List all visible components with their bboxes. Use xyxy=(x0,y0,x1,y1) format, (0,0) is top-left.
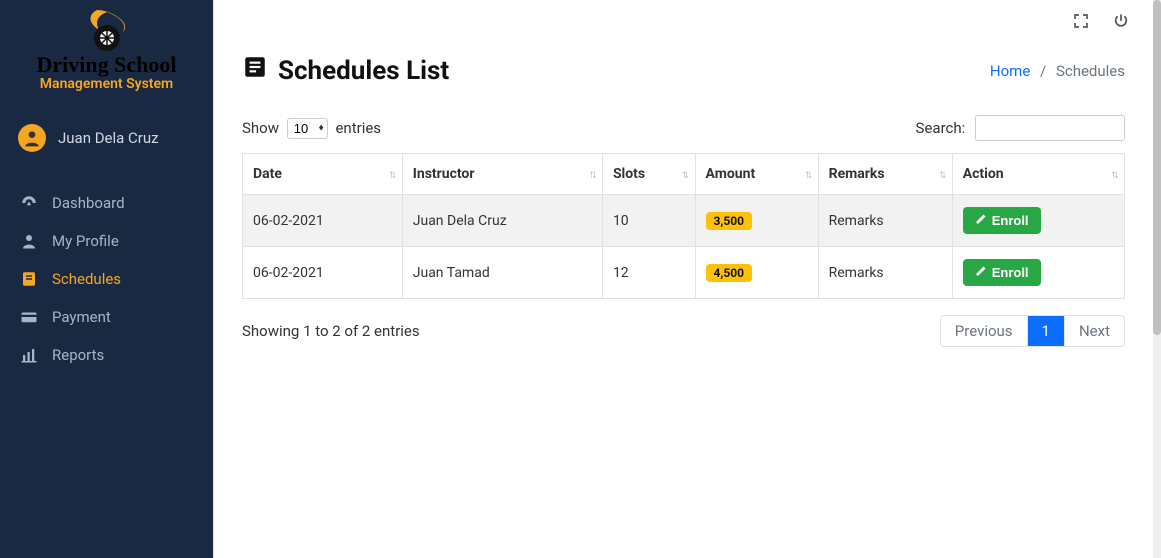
book-icon xyxy=(20,270,38,288)
length-control: Show 10 ♦ entries xyxy=(242,118,381,139)
enroll-label: Enroll xyxy=(992,265,1029,280)
card-icon xyxy=(20,308,38,326)
sidebar-item-dashboard[interactable]: Dashboard xyxy=(0,184,213,222)
sidebar-item-label: Payment xyxy=(52,308,111,326)
sidebar: Driving School Management System Juan De… xyxy=(0,0,213,558)
breadcrumb: Home / Schedules xyxy=(990,62,1125,80)
user-name: Juan Dela Cruz xyxy=(58,129,159,147)
cell-remarks: Remarks xyxy=(818,247,952,299)
scrollbar[interactable] xyxy=(1153,0,1161,558)
col-amount[interactable]: Amount↑↓ xyxy=(695,154,818,195)
show-suffix: entries xyxy=(335,119,381,137)
cell-action: Enroll xyxy=(952,247,1124,299)
gauge-icon xyxy=(20,194,38,212)
schedules-table: Date↑↓ Instructor↑↓ Slots↑↓ Amount↑↓ Rem… xyxy=(242,153,1125,299)
cell-instructor: Juan Dela Cruz xyxy=(402,195,602,247)
search-label: Search: xyxy=(916,119,966,137)
col-action[interactable]: Action↑↓ xyxy=(952,154,1124,195)
sort-icon: ↑↓ xyxy=(805,168,810,181)
sidebar-item-label: Dashboard xyxy=(52,194,125,212)
datatable-info: Showing 1 to 2 of 2 entries xyxy=(242,322,420,340)
cell-amount: 3,500 xyxy=(695,195,818,247)
pagination-next[interactable]: Next xyxy=(1064,316,1124,346)
chart-icon xyxy=(20,346,38,364)
topbar xyxy=(214,0,1153,46)
sidebar-item-label: Reports xyxy=(52,346,104,364)
edit-icon xyxy=(975,213,987,228)
sort-icon: ↑↓ xyxy=(939,168,944,181)
col-slots[interactable]: Slots↑↓ xyxy=(602,154,695,195)
user-icon xyxy=(20,232,38,250)
brand-subtitle: Management System xyxy=(20,76,193,92)
breadcrumb-current: Schedules xyxy=(1056,62,1125,80)
cell-remarks: Remarks xyxy=(818,195,952,247)
sidebar-item-reports[interactable]: Reports xyxy=(0,336,213,374)
amount-badge: 3,500 xyxy=(706,212,753,230)
cell-date: 06-02-2021 xyxy=(243,195,403,247)
scrollbar-thumb[interactable] xyxy=(1153,0,1161,335)
cell-slots: 12 xyxy=(602,247,695,299)
datatable-top: Show 10 ♦ entries Search: xyxy=(242,115,1125,141)
content: Schedules List Home / Schedules Show 10 … xyxy=(214,46,1153,367)
power-icon[interactable] xyxy=(1113,13,1129,33)
main: Schedules List Home / Schedules Show 10 … xyxy=(213,0,1153,558)
show-prefix: Show xyxy=(242,119,279,137)
cell-date: 06-02-2021 xyxy=(243,247,403,299)
sidebar-item-profile[interactable]: My Profile xyxy=(0,222,213,260)
search-input[interactable] xyxy=(975,115,1125,141)
col-instructor[interactable]: Instructor↑↓ xyxy=(402,154,602,195)
pagination-previous[interactable]: Previous xyxy=(941,316,1027,346)
breadcrumb-home[interactable]: Home xyxy=(990,62,1030,80)
book-icon xyxy=(242,54,268,87)
edit-icon xyxy=(975,265,987,280)
table-row: 06-02-2021 Juan Tamad 12 4,500 Remarks E… xyxy=(243,247,1125,299)
sort-icon: ↑↓ xyxy=(389,168,394,181)
page-head: Schedules List Home / Schedules xyxy=(242,54,1125,87)
length-select[interactable]: 10 xyxy=(287,118,328,139)
page-title: Schedules List xyxy=(242,54,449,87)
fullscreen-icon[interactable] xyxy=(1073,13,1089,33)
table-row: 06-02-2021 Juan Dela Cruz 10 3,500 Remar… xyxy=(243,195,1125,247)
flame-wheel-icon xyxy=(77,10,137,56)
sidebar-item-payment[interactable]: Payment xyxy=(0,298,213,336)
cell-action: Enroll xyxy=(952,195,1124,247)
breadcrumb-sep: / xyxy=(1040,62,1046,80)
enroll-label: Enroll xyxy=(992,213,1029,228)
sort-icon: ↑↓ xyxy=(1111,168,1116,181)
pagination: Previous 1 Next xyxy=(940,315,1125,347)
sidebar-item-label: My Profile xyxy=(52,232,119,250)
cell-instructor: Juan Tamad xyxy=(402,247,602,299)
page-title-text: Schedules List xyxy=(278,56,449,86)
cell-slots: 10 xyxy=(602,195,695,247)
avatar xyxy=(18,124,46,152)
sidebar-item-label: Schedules xyxy=(52,270,121,288)
col-remarks[interactable]: Remarks↑↓ xyxy=(818,154,952,195)
enroll-button[interactable]: Enroll xyxy=(963,207,1041,234)
amount-badge: 4,500 xyxy=(706,264,753,282)
sidebar-item-schedules[interactable]: Schedules xyxy=(0,260,213,298)
enroll-button[interactable]: Enroll xyxy=(963,259,1041,286)
brand-logo: Driving School Management System xyxy=(0,0,213,112)
search-control: Search: xyxy=(916,115,1125,141)
datatable-bottom: Showing 1 to 2 of 2 entries Previous 1 N… xyxy=(242,315,1125,347)
cell-amount: 4,500 xyxy=(695,247,818,299)
user-row[interactable]: Juan Dela Cruz xyxy=(0,112,213,164)
pagination-page[interactable]: 1 xyxy=(1027,316,1064,346)
sort-icon: ↑↓ xyxy=(682,168,687,181)
col-date[interactable]: Date↑↓ xyxy=(243,154,403,195)
nav: Dashboard My Profile Schedules Payment xyxy=(0,164,213,374)
sort-icon: ↑↓ xyxy=(589,168,594,181)
